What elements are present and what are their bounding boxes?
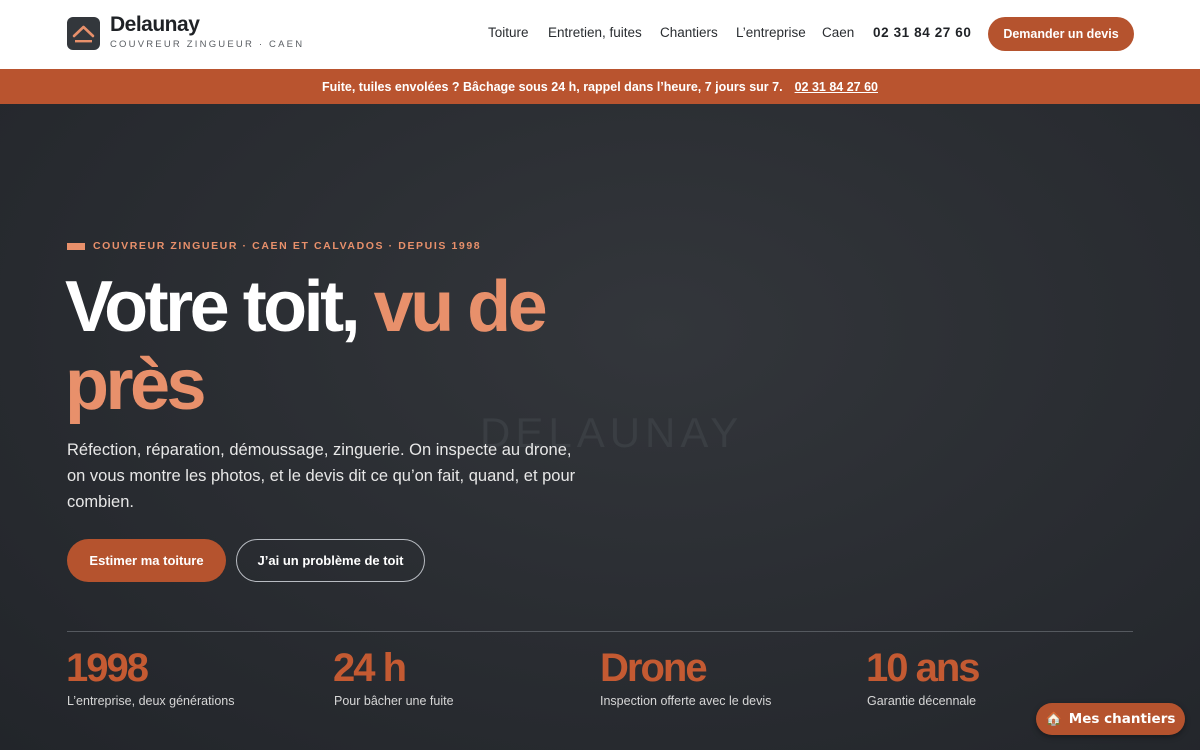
stats-divider — [67, 631, 1133, 632]
nav-link-chantiers[interactable]: Chantiers — [660, 25, 718, 40]
hero-section: DELAUNAY COUVREUR ZINGUEUR · CAEN ET CAL… — [0, 104, 1200, 750]
brand-tagline: COUVREUR ZINGUEUR · CAEN — [110, 39, 305, 50]
roof-logo-icon[interactable] — [67, 17, 100, 50]
nav-link-entreprise[interactable]: L’entreprise — [736, 25, 806, 40]
estimate-roof-button[interactable]: Estimer ma toiture — [67, 539, 226, 582]
stat-value-year: 1998 — [66, 646, 149, 690]
my-projects-button[interactable]: 🏠 Mes chantiers — [1036, 703, 1185, 735]
stat-label-drone: Inspection offerte avec le devis — [600, 694, 772, 708]
roof-problem-button[interactable]: J’ai un problème de toit — [236, 539, 425, 582]
hero-eyebrow: COUVREUR ZINGUEUR · CAEN ET CALVADOS · D… — [93, 240, 482, 252]
stat-value-response: 24 h — [333, 646, 407, 690]
nav-link-caen[interactable]: Caen — [822, 25, 854, 40]
stat-value-warranty: 10 ans — [866, 646, 981, 690]
house-icon: 🏠 — [1045, 711, 1062, 727]
emergency-banner: Fuite, tuiles envolées ? Bâchage sous 24… — [0, 69, 1200, 104]
stat-value-drone: Drone — [600, 646, 708, 690]
emergency-text: Fuite, tuiles envolées ? Bâchage sous 24… — [322, 79, 783, 94]
nav-link-entretien[interactable]: Entretien, fuites — [548, 25, 642, 40]
nav-phone-link[interactable]: 02 31 84 27 60 — [873, 25, 971, 40]
headline-main: Votre toit, — [65, 267, 374, 347]
stat-label-year: L’entreprise, deux générations — [67, 694, 235, 708]
my-projects-label: Mes chantiers — [1068, 711, 1176, 727]
brand-name[interactable]: Delaunay — [110, 13, 200, 37]
eyebrow-bar — [67, 243, 85, 250]
site-header: Delaunay COUVREUR ZINGUEUR · CAEN Toitur… — [0, 0, 1200, 69]
request-quote-button[interactable]: Demander un devis — [988, 17, 1134, 51]
stat-label-response: Pour bâcher une fuite — [334, 694, 454, 708]
hero-lead: Réfection, réparation, démoussage, zingu… — [67, 441, 576, 511]
hero-headline: Votre toit, vu de près — [65, 268, 585, 424]
emergency-phone-link[interactable]: 02 31 84 27 60 — [795, 80, 878, 94]
stat-label-warranty: Garantie décennale — [867, 694, 977, 708]
nav-link-toiture[interactable]: Toiture — [488, 25, 529, 40]
